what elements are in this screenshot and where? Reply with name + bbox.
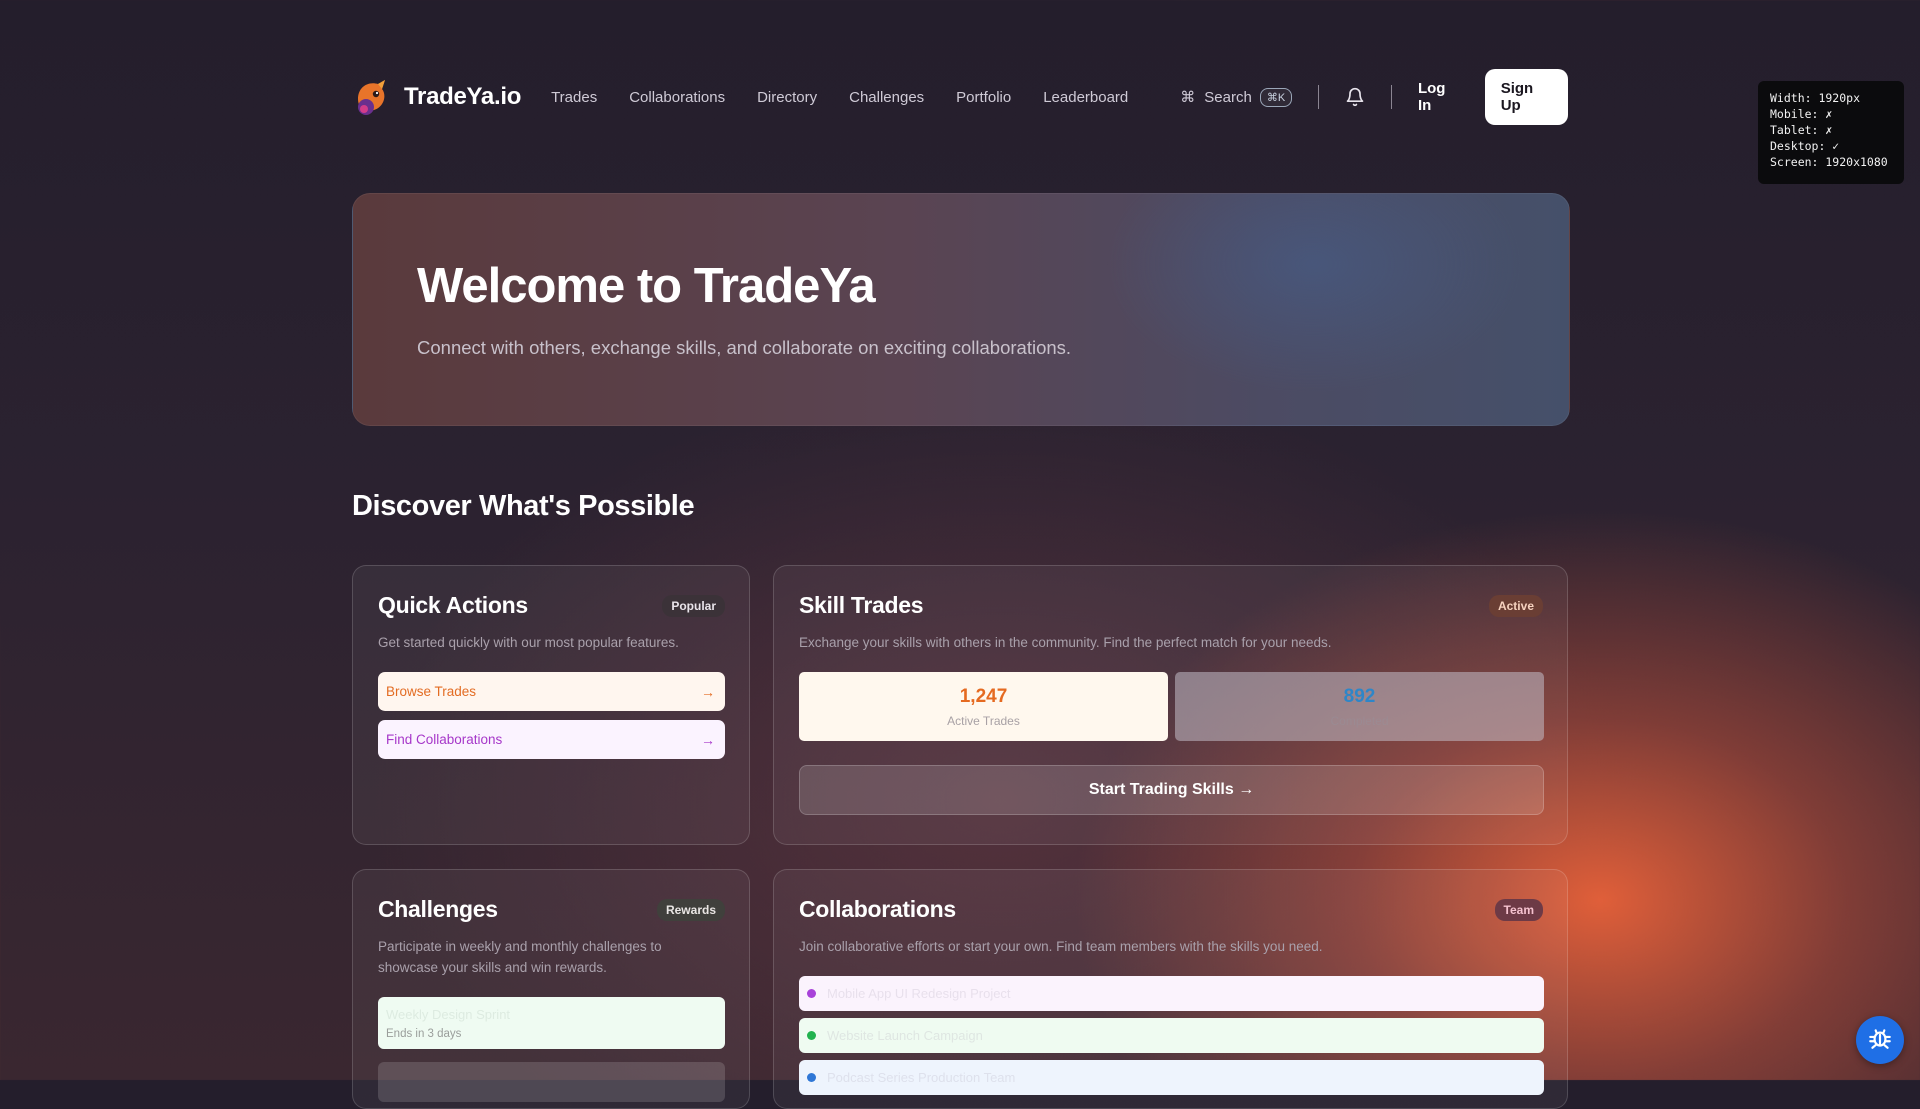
start-trading-button[interactable]: Start Trading Skills → <box>799 765 1544 815</box>
nav-leaderboard[interactable]: Leaderboard <box>1043 89 1128 106</box>
search-shortcut: ⌘K <box>1259 87 1293 107</box>
signup-button[interactable]: Sign Up <box>1484 69 1568 125</box>
nav-directory[interactable]: Directory <box>757 89 817 106</box>
card-description: Exchange your skills with others in the … <box>799 635 1332 650</box>
stat-label: Completed <box>1330 714 1389 728</box>
main-nav: Trades Collaborations Directory Challeng… <box>551 89 1160 106</box>
status-dot <box>807 1031 816 1040</box>
divider <box>1318 85 1320 109</box>
divider <box>1391 85 1392 109</box>
collaboration-item[interactable]: Podcast Series Production Team <box>799 1060 1544 1095</box>
completed-trades-stat: 892 Completed <box>1175 672 1544 741</box>
section-title: Discover What's Possible <box>352 490 695 522</box>
stat-value: 1,247 <box>959 686 1008 707</box>
bp-mobile: Mobile: ✗ <box>1770 107 1833 121</box>
status-dot <box>807 989 816 998</box>
debug-button[interactable] <box>1856 1016 1904 1064</box>
collaboration-name: Podcast Series Production Team <box>827 1070 1016 1085</box>
top-navbar: TradeYa.io Trades Collaborations Directo… <box>352 69 1568 125</box>
stat-value: 892 <box>1343 686 1376 707</box>
search-button[interactable]: ⌘ Search ⌘K <box>1180 87 1293 107</box>
stat-label: Active Trades <box>947 714 1020 728</box>
card-description: Get started quickly with our most popula… <box>378 635 679 650</box>
bp-desktop: Desktop: ✓ <box>1770 139 1840 153</box>
hero-banner: Welcome to TradeYa Connect with others, … <box>352 193 1570 426</box>
arrow-right-icon: → <box>701 683 715 700</box>
bp-width: Width: 1920px <box>1770 91 1861 105</box>
collaboration-name: Website Launch Campaign <box>827 1028 983 1043</box>
challenge-deadline: Ends in 3 days <box>386 1028 462 1040</box>
card-description: Participate in weekly and monthly challe… <box>378 939 662 975</box>
popular-badge: Popular <box>662 595 725 617</box>
hero-subtitle: Connect with others, exchange skills, an… <box>417 337 1072 358</box>
collaboration-name: Mobile App UI Redesign Project <box>827 986 1011 1001</box>
rewards-badge: Rewards <box>656 899 725 921</box>
nav-trades[interactable]: Trades <box>551 89 597 106</box>
bell-icon[interactable] <box>1345 87 1365 107</box>
browse-trades-button[interactable]: Browse Trades → <box>378 672 725 711</box>
challenge-item[interactable] <box>378 1062 725 1102</box>
card-title: Challenges <box>378 896 498 922</box>
active-badge: Active <box>1488 595 1543 617</box>
status-dot <box>807 1073 816 1082</box>
challenge-name: Weekly Design Sprint <box>386 1007 511 1022</box>
collaborations-card: Collaborations Team Join collaborative e… <box>773 869 1568 1109</box>
find-collaborations-button[interactable]: Find Collaborations → <box>378 720 725 759</box>
skill-trades-card: Skill Trades Active Exchange your skills… <box>773 565 1568 845</box>
collaboration-item[interactable]: Website Launch Campaign <box>799 1018 1544 1053</box>
logo-mark-icon <box>352 77 392 117</box>
challenges-card: Challenges Rewards Participate in weekly… <box>352 869 750 1109</box>
challenge-item[interactable]: Weekly Design Sprint Ends in 3 days <box>378 997 725 1049</box>
quick-actions-card: Quick Actions Popular Get started quickl… <box>352 565 750 845</box>
login-button[interactable]: Log In <box>1418 80 1459 114</box>
bp-screen: Screen: 1920x1080 <box>1770 155 1888 169</box>
nav-collaborations[interactable]: Collaborations <box>629 89 725 106</box>
active-trades-stat: 1,247 Active Trades <box>799 672 1168 741</box>
brand-logo[interactable]: TradeYa.io <box>352 77 521 117</box>
nav-portfolio[interactable]: Portfolio <box>956 89 1011 106</box>
bp-tablet: Tablet: ✗ <box>1770 123 1833 137</box>
breakpoint-indicator: Width: 1920px Mobile: ✗ Tablet: ✗ Deskto… <box>1758 81 1904 184</box>
search-label: Search <box>1204 88 1252 106</box>
nav-challenges[interactable]: Challenges <box>849 89 924 106</box>
button-label: Find Collaborations <box>386 732 503 747</box>
team-badge: Team <box>1494 899 1543 921</box>
hero-title: Welcome to TradeYa <box>417 259 876 313</box>
card-title: Collaborations <box>799 896 956 922</box>
button-label: Browse Trades <box>386 684 477 699</box>
collaboration-item[interactable]: Mobile App UI Redesign Project <box>799 976 1544 1011</box>
card-description: Join collaborative efforts or start your… <box>799 939 1323 954</box>
card-title: Quick Actions <box>378 592 528 618</box>
card-title: Skill Trades <box>799 592 924 618</box>
bug-icon <box>1867 1025 1893 1056</box>
command-icon: ⌘ <box>1180 89 1196 106</box>
arrow-right-icon: → <box>701 731 715 748</box>
brand-name: TradeYa.io <box>404 83 522 110</box>
